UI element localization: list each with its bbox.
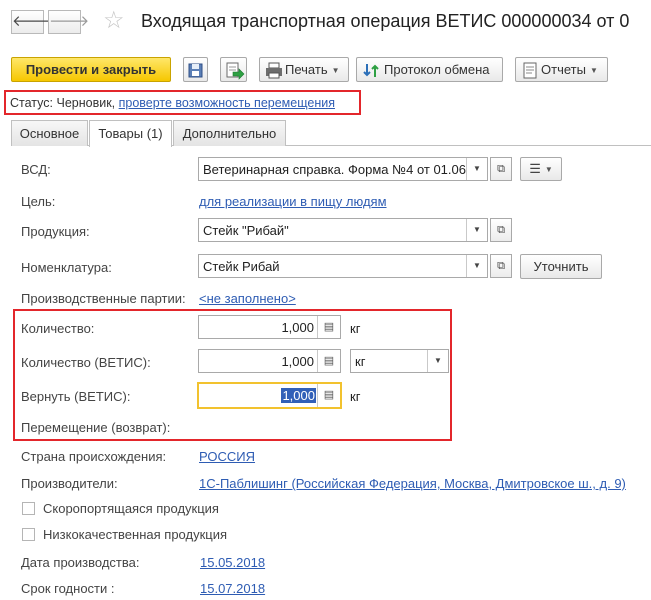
return-value: 1,000 [281,388,316,403]
post-and-close-button[interactable]: Провести и закрыть [11,57,171,82]
save-icon [188,63,203,78]
quantity-input[interactable]: 1,000 ▤ [198,315,341,339]
production-date-link[interactable]: 15.05.2018 [200,555,265,570]
dropdown-arrow-icon[interactable]: ▼ [466,158,487,180]
purpose-label: Цель: [21,194,56,209]
purpose-link[interactable]: для реализации в пищу людям [199,194,387,209]
forward-button[interactable]: 🡒 [48,10,89,34]
quantity-vetis-unit-select[interactable]: кг ▼ [350,349,449,373]
nomenclature-open-button[interactable]: ⧉ [490,254,512,278]
vsd-field[interactable]: Ветеринарная справка. Форма №4 от 01.06 … [198,157,488,181]
save-button[interactable] [183,57,208,82]
tab-additional[interactable]: Дополнительно [173,120,286,146]
return-label: Вернуть (ВЕТИС): [21,389,131,404]
country-link[interactable]: РОССИЯ [199,449,255,464]
exchange-protocol-button[interactable]: Протокол обмена [356,57,503,82]
window-title: Входящая транспортная операция ВЕТИС 000… [141,11,630,31]
status-value: Черновик, [56,96,116,110]
quantity-label: Количество: [21,321,95,336]
product-label: Продукция: [21,224,90,239]
chevron-down-icon: ▼ [544,164,553,174]
menu-lines-icon: ☰ [529,161,541,176]
quantity-vetis-unit: кг [355,354,366,369]
calculator-icon[interactable]: ▤ [317,316,340,338]
perishable-label: Скоропортящаяся продукция [43,501,219,516]
open-window-icon: ⧉ [497,224,505,236]
country-label: Страна происхождения: [21,449,167,464]
quantity-value: 1,000 [281,320,314,335]
return-unit: кг [350,389,361,404]
quantity-vetis-input[interactable]: 1,000 ▤ [198,349,341,373]
producers-link[interactable]: 1С-Паблишинг (Российская Федерация, Моск… [199,476,626,491]
refine-button[interactable]: Уточнить [520,254,602,279]
nomenclature-field[interactable]: Стейк Рибай ▼ [198,254,488,278]
calculator-icon[interactable]: ▤ [317,350,340,372]
product-field[interactable]: Стейк "Рибай" ▼ [198,218,488,242]
calculator-icon[interactable]: ▤ [317,384,340,407]
quantity-vetis-label: Количество (ВЕТИС): [21,355,151,370]
exchange-protocol-label: Протокол обмена [384,62,490,77]
favorite-star-icon[interactable]: ☆ [103,8,125,34]
tab-main[interactable]: Основное [11,120,88,146]
nomenclature-label: Номенклатура: [21,260,112,275]
batches-link[interactable]: <не заполнено> [199,291,296,306]
check-movement-link[interactable]: проверте возможность перемещения [119,96,335,110]
post-document-icon [226,62,245,80]
nomenclature-value: Стейк Рибай [203,259,280,274]
move-return-label: Перемещение (возврат): [21,420,171,435]
lowquality-label: Низкокачественная продукция [43,527,228,542]
back-arrow-icon: 🡐 [12,13,53,30]
exchange-arrows-icon [363,64,379,78]
product-open-button[interactable]: ⧉ [490,218,512,242]
tab-goods[interactable]: Товары (1) [89,120,172,147]
vsd-open-button[interactable]: ⧉ [490,157,512,181]
return-input[interactable]: 1,000 ▤ [197,382,342,409]
vsd-menu-button[interactable]: ☰ ▼ [520,157,562,181]
producers-label: Производители: [21,476,118,491]
reports-button[interactable]: Отчеты ▼ [515,57,608,82]
expiry-date-link[interactable]: 15.07.2018 [200,581,265,596]
chevron-down-icon: ▼ [331,66,340,76]
vsd-value: Ветеринарная справка. Форма №4 от 01.06 [203,162,466,177]
status-highlight-box: Статус: Черновик, проверте возможность п… [4,90,361,115]
report-icon [523,62,537,79]
dropdown-arrow-icon[interactable]: ▼ [427,350,448,372]
vsd-label: ВСД: [21,162,51,177]
perishable-checkbox[interactable] [22,502,35,515]
forward-arrow-icon: 🡒 [49,13,90,30]
print-label: Печать [285,62,328,77]
expiry-label: Срок годности : [21,581,115,596]
product-value: Стейк "Рибай" [203,223,289,238]
dropdown-arrow-icon[interactable]: ▼ [466,219,487,241]
post-button[interactable] [220,57,247,82]
dropdown-arrow-icon[interactable]: ▼ [466,255,487,277]
production-date-label: Дата производства: [21,555,140,570]
chevron-down-icon: ▼ [589,66,598,76]
open-window-icon: ⧉ [497,260,505,272]
reports-label: Отчеты [541,62,586,77]
printer-icon [266,62,282,79]
status-line: Статус: Черновик, проверте возможность п… [10,96,335,110]
quantity-vetis-value: 1,000 [281,354,314,369]
quantity-unit: кг [350,321,361,336]
lowquality-checkbox[interactable] [22,528,35,541]
back-button[interactable]: 🡐 [11,10,52,34]
return-value-wrap: 1,000 [281,388,316,403]
open-window-icon: ⧉ [497,163,505,175]
batches-label: Производственные партии: [21,291,186,306]
print-button[interactable]: Печать ▼ [259,57,349,82]
status-prefix: Статус: [10,96,53,110]
